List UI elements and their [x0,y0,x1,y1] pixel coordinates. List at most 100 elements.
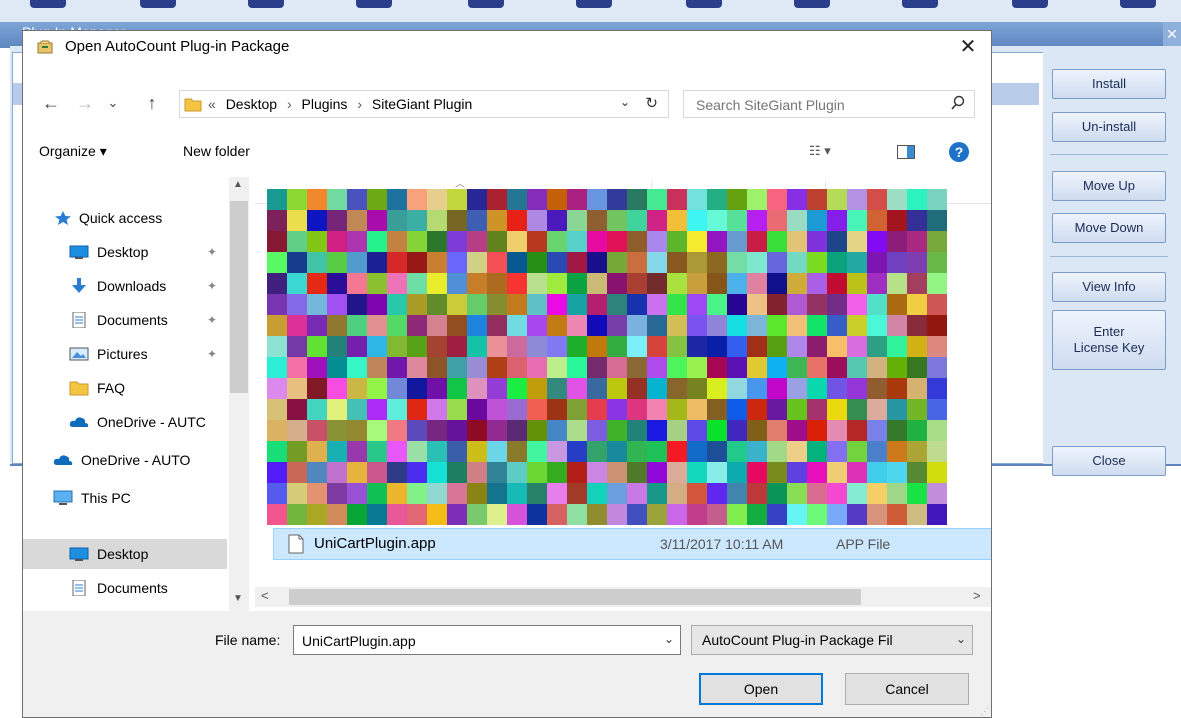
mosaic-tile [347,441,368,463]
mosaic-tile [607,420,628,442]
horizontal-scroll-thumb[interactable] [289,589,861,605]
enter-license-key-button[interactable]: Enter License Key [1052,310,1166,370]
breadcrumb-overflow[interactable]: « [208,96,216,112]
mosaic-tile [867,357,888,379]
mosaic-tile [787,504,808,525]
mosaic-tile [387,189,408,211]
preview-pane-icon[interactable] [897,145,915,159]
refresh-icon[interactable]: ↻ [645,94,658,112]
mosaic-tile [847,210,868,232]
mosaic-tile [487,357,508,379]
mosaic-tile [927,336,947,358]
search-input[interactable] [694,94,938,116]
search-icon[interactable] [950,95,966,111]
mosaic-tile [547,483,568,505]
mosaic-tile [747,336,768,358]
file-type-dropdown-icon[interactable]: ⌄ [956,632,966,646]
file-type-select[interactable]: AutoCount Plug-in Package Fil ⌄ [691,625,973,655]
mosaic-tile [687,420,708,442]
mosaic-tile [707,357,728,379]
scroll-up-icon[interactable]: ▲ [233,179,243,190]
pin-icon[interactable]: ✦ [207,313,217,327]
nav-this-pc[interactable]: This PC [23,483,227,513]
search-box[interactable] [683,90,975,118]
new-folder-button[interactable]: New folder [183,143,250,159]
breadcrumb: « Desktop › Plugins › SiteGiant Plugin [208,96,478,112]
change-view-button[interactable]: ☷ ▾ [809,143,831,159]
scroll-down-icon[interactable]: ▼ [233,593,243,604]
background-toolbar-strip [0,0,1181,24]
mosaic-tile [667,399,688,421]
mosaic-tile [447,357,468,379]
mosaic-tile [387,420,408,442]
nav-onedrive-1[interactable]: OneDrive - AUTC [23,407,227,437]
address-dropdown-icon[interactable]: ⌄ [620,95,630,109]
breadcrumb-plugins[interactable]: Plugins [302,96,348,112]
mosaic-tile [547,441,568,463]
mosaic-tile [507,504,528,525]
mosaic-tile [367,231,388,253]
forward-icon[interactable]: → [71,87,99,119]
nav-this-pc-documents[interactable]: Documents [23,573,227,603]
nav-onedrive-2[interactable]: OneDrive - AUTO [23,445,227,475]
breadcrumb-sitegiant-plugin[interactable]: SiteGiant Plugin [372,96,472,112]
mosaic-tile [387,504,408,525]
mosaic-tile [527,504,548,525]
pin-icon[interactable]: ✦ [207,347,217,361]
recent-locations-icon[interactable]: ⌄ [103,87,123,119]
scroll-right-icon[interactable]: > [973,588,981,603]
mosaic-tile [527,231,548,253]
file-row-selected[interactable]: UniCartPlugin.app 3/11/2017 10:11 AM APP… [273,528,991,560]
file-name-input[interactable] [300,630,644,652]
dialog-close-icon[interactable]: ✕ [953,34,983,60]
scroll-left-icon[interactable]: < [261,588,269,603]
close-button[interactable]: Close [1052,446,1166,476]
mosaic-tile [627,441,648,463]
nav-quick-access[interactable]: Quick access [23,203,227,233]
mosaic-tile [287,315,308,337]
plugin-manager-close-icon[interactable]: ✕ [1163,22,1181,46]
address-bar[interactable]: « Desktop › Plugins › SiteGiant Plugin ⌄… [179,90,669,118]
sort-ascending-icon[interactable]: ︿ [455,175,465,190]
mosaic-tile [707,273,728,295]
breadcrumb-desktop[interactable]: Desktop [226,96,277,112]
mosaic-tile [807,399,828,421]
nav-faq[interactable]: FAQ [23,373,227,403]
mosaic-tile [427,231,448,253]
resize-grip-icon[interactable]: ⋰ [980,706,989,717]
nav-downloads[interactable]: Downloads ✦ [23,271,227,301]
nav-pictures[interactable]: Pictures ✦ [23,339,227,369]
pin-icon[interactable]: ✦ [207,279,217,293]
mosaic-tile [707,378,728,400]
mosaic-tile [647,399,668,421]
open-button[interactable]: Open [699,673,823,705]
cancel-button[interactable]: Cancel [845,673,969,705]
mosaic-tile [507,336,528,358]
mosaic-tile [827,399,848,421]
mosaic-tile [787,483,808,505]
mosaic-tile [807,210,828,232]
move-down-button[interactable]: Move Down [1052,213,1166,243]
install-button[interactable]: Install [1052,69,1166,99]
organize-button[interactable]: Organize ▾ [39,143,107,160]
help-icon[interactable]: ? [949,142,969,162]
up-folder-icon[interactable]: ↑ [139,87,165,119]
mosaic-tile [627,231,648,253]
mosaic-tile [647,252,668,274]
mosaic-tile [727,483,748,505]
file-name-combobox[interactable]: ⌄ [293,625,681,655]
uninstall-button[interactable]: Un-install [1052,112,1166,142]
mosaic-tile [547,504,568,525]
view-info-button[interactable]: View Info [1052,272,1166,302]
move-up-button[interactable]: Move Up [1052,171,1166,201]
nav-this-pc-desktop[interactable]: Desktop [23,539,227,569]
mosaic-tile [487,462,508,484]
mosaic-tile [327,294,348,316]
pin-icon[interactable]: ✦ [207,245,217,259]
nav-documents[interactable]: Documents ✦ [23,305,227,335]
back-icon[interactable]: ← [37,87,65,119]
file-name-dropdown-icon[interactable]: ⌄ [664,632,674,646]
mosaic-tile [787,420,808,442]
nav-desktop[interactable]: Desktop ✦ [23,237,227,267]
nav-pane-scroll-thumb[interactable] [230,201,248,393]
